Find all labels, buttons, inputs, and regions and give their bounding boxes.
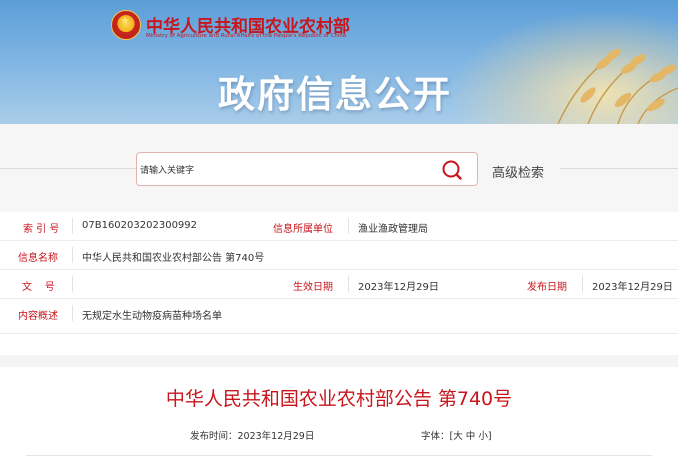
divider xyxy=(72,218,73,234)
divider-line xyxy=(0,168,136,169)
search-placeholder: 请输入关键字 xyxy=(140,166,195,176)
divider-line xyxy=(26,455,652,456)
name-label: 信息名称 xyxy=(18,253,58,264)
effective-date-label: 生效日期 xyxy=(293,282,333,293)
section-gap xyxy=(0,355,678,367)
info-row-index: 索 引 号 07B160203202300992 信息所属单位 渔业渔政管理局 xyxy=(0,212,678,241)
font-medium-button[interactable]: 中 xyxy=(466,431,476,442)
info-row-name: 信息名称 中华人民共和国农业农村部公告 第740号 xyxy=(0,241,678,270)
unit-value: 渔业渔政管理局 xyxy=(358,224,428,235)
summary-label: 内容概述 xyxy=(18,311,58,322)
divider xyxy=(348,276,349,292)
divider xyxy=(72,247,73,263)
search-input[interactable]: 请输入关键字 xyxy=(136,152,478,186)
info-row-doc: 文 号 生效日期 2023年12月29日 发布日期 2023年12月29日 xyxy=(0,270,678,299)
advanced-search-link[interactable]: 高级检索 xyxy=(492,162,544,181)
font-size-label: 字体： xyxy=(421,431,450,442)
effective-date-value: 2023年12月29日 xyxy=(358,282,439,293)
article-title: 中华人民共和国农业农村部公告 第740号 xyxy=(165,388,513,410)
ministry-name-en: Ministry of Agriculture and Rural Affair… xyxy=(146,33,347,39)
doc-number-label: 文 号 xyxy=(22,282,55,293)
divider-line xyxy=(560,168,678,169)
index-label: 索 引 号 xyxy=(23,224,60,235)
font-large-button[interactable]: 大 xyxy=(453,431,463,442)
divider xyxy=(72,276,73,292)
search-section: 请输入关键字 高级检索 xyxy=(0,124,678,212)
wheat-decoration xyxy=(557,48,678,124)
search-icon[interactable] xyxy=(441,159,463,181)
publish-date-value: 2023年12月29日 xyxy=(592,282,673,293)
divider xyxy=(582,276,583,292)
font-size-control: 字体：[大 中 小] xyxy=(421,428,492,442)
index-value: 07B160203202300992 xyxy=(82,220,198,231)
summary-value: 无规定水生动物疫病苗种场名单 xyxy=(82,311,222,322)
banner-title: 政府信息公开 xyxy=(218,73,452,116)
divider xyxy=(72,305,73,321)
publish-date-label: 发布日期 xyxy=(527,282,567,293)
national-emblem-icon: ★ xyxy=(111,10,141,40)
unit-label: 信息所属单位 xyxy=(273,224,333,235)
publish-time: 发布时间：2023年12月29日 xyxy=(190,431,315,442)
bracket-close: ] xyxy=(487,431,492,442)
info-table: 索 引 号 07B160203202300992 信息所属单位 渔业渔政管理局 … xyxy=(0,212,678,334)
divider xyxy=(348,218,349,234)
info-row-summary: 内容概述 无规定水生动物疫病苗种场名单 xyxy=(0,299,678,334)
header-banner: ★ 中华人民共和国农业农村部 Ministry of Agriculture a… xyxy=(0,0,678,124)
name-value: 中华人民共和国农业农村部公告 第740号 xyxy=(82,253,265,264)
font-small-button[interactable]: 小 xyxy=(478,431,488,442)
